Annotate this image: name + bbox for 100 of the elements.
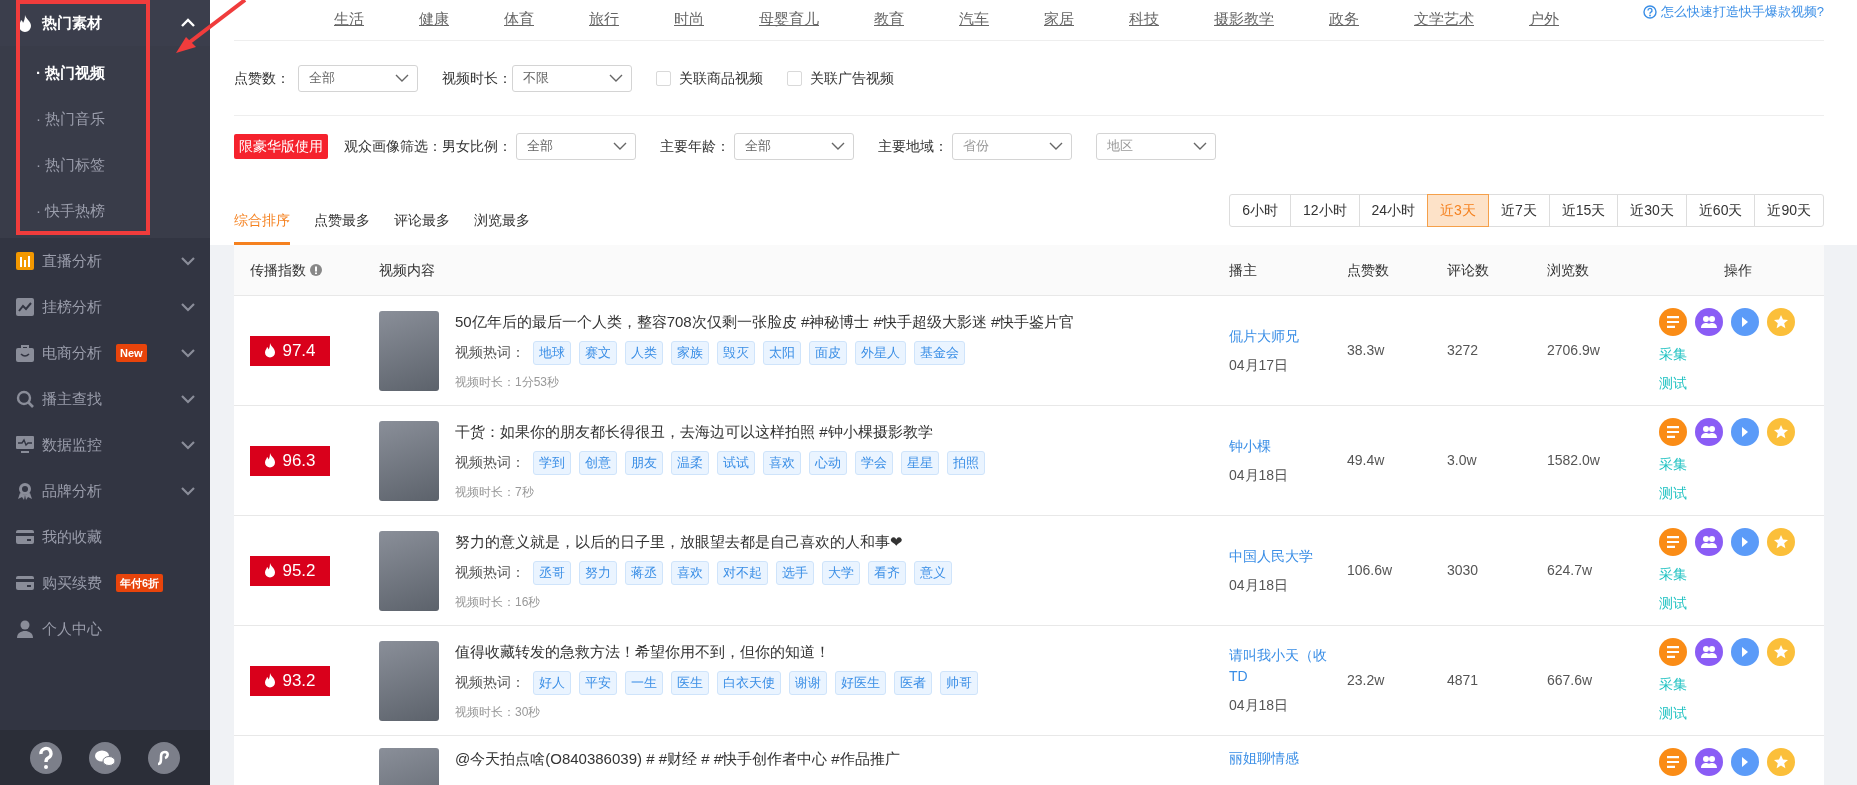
keyword-tag[interactable]: 试试 [717, 451, 755, 475]
keyword-tag[interactable]: 好人 [533, 671, 571, 695]
action-link[interactable]: 测试 [1659, 592, 1824, 614]
time-range-button[interactable]: 近7天 [1487, 194, 1550, 227]
keyword-tag[interactable]: 对不起 [717, 561, 768, 585]
time-range-button[interactable]: 近3天 [1427, 194, 1489, 227]
submenu-item[interactable]: · 热门视频 [0, 50, 210, 96]
time-range-button[interactable]: 近30天 [1617, 194, 1687, 227]
action-link[interactable]: 测试 [1659, 702, 1824, 724]
keyword-tag[interactable]: 医生 [671, 671, 709, 695]
keyword-tag[interactable]: 外星人 [855, 341, 906, 365]
keyword-tag[interactable]: 喜欢 [763, 451, 801, 475]
video-title[interactable]: @今天拍点啥(O840386039) # #财经 # #快手创作者中心 #作品推广 [455, 748, 900, 771]
keyword-tag[interactable]: 看齐 [868, 561, 906, 585]
video-title[interactable]: 值得收藏转发的急救方法！希望你用不到，但你的知道！ [455, 640, 978, 663]
sort-tab[interactable]: 点赞最多 [314, 194, 370, 245]
play-button[interactable] [1731, 307, 1759, 336]
time-range-button[interactable]: 近15天 [1548, 194, 1619, 227]
help-link[interactable]: 怎么快速打造快手爆款视频? [1642, 0, 1824, 22]
group-button[interactable] [1695, 637, 1723, 666]
keyword-tag[interactable]: 基金会 [914, 341, 965, 365]
star-button[interactable] [1767, 307, 1795, 336]
sort-tab[interactable]: 浏览最多 [474, 194, 530, 245]
group-button[interactable] [1695, 307, 1723, 336]
keyword-tag[interactable]: 好医生 [835, 671, 886, 695]
category-link[interactable]: 母婴育儿 [759, 8, 819, 40]
list-button[interactable] [1659, 527, 1687, 556]
time-range-button[interactable]: 近60天 [1685, 194, 1756, 227]
author-link[interactable]: 侃片大师兄 [1229, 325, 1339, 347]
group-button[interactable] [1695, 527, 1723, 556]
category-link[interactable]: 汽车 [959, 8, 989, 40]
keyword-tag[interactable]: 创意 [579, 451, 617, 475]
checkbox[interactable] [787, 70, 802, 86]
action-link[interactable]: 采集 [1659, 563, 1824, 585]
list-button[interactable] [1659, 748, 1687, 776]
list-button[interactable] [1659, 307, 1687, 336]
keyword-tag[interactable]: 家族 [671, 341, 709, 365]
category-link[interactable]: 体育 [504, 8, 534, 40]
video-title[interactable]: 努力的意义就是，以后的日子里，放眼望去都是自己喜欢的人和事❤ [455, 530, 952, 553]
time-range-button[interactable]: 12小时 [1289, 194, 1360, 227]
category-link[interactable]: 健康 [419, 8, 449, 40]
star-button[interactable] [1767, 637, 1795, 666]
category-link[interactable]: 生活 [334, 8, 364, 40]
video-title[interactable]: 干货：如果你的朋友都长得很丑，去海边可以这样拍照 #钟小棵摄影教学 [455, 420, 985, 443]
video-title[interactable]: 50亿年后的最后一个人类，整容708次仅剩一张脸皮 #神秘博士 #快手超级大影迷 #快手鉴片官 [455, 310, 1075, 333]
category-link[interactable]: 政务 [1329, 8, 1359, 40]
keyword-tag[interactable]: 丞哥 [533, 561, 571, 585]
keyword-tag[interactable]: 意义 [914, 561, 952, 585]
play-button[interactable] [1731, 527, 1759, 556]
sidebar-item[interactable]: 个人中心 [0, 606, 210, 652]
keyword-tag[interactable]: 白衣天使 [717, 671, 781, 695]
select-field[interactable]: 省份 [952, 132, 1072, 160]
play-button[interactable] [1731, 637, 1759, 666]
video-thumbnail[interactable] [379, 640, 439, 721]
keyword-tag[interactable]: 努力 [579, 561, 617, 585]
keyword-tag[interactable]: 学会 [855, 451, 893, 475]
play-button[interactable] [1731, 748, 1759, 776]
help-icon[interactable] [29, 741, 62, 774]
keyword-tag[interactable]: 蒋丞 [625, 561, 663, 585]
sidebar-item[interactable]: 我的收藏 [0, 514, 210, 560]
chat-bubbles-icon[interactable] [89, 741, 121, 774]
keyword-tag[interactable]: 温柔 [671, 451, 709, 475]
category-link[interactable]: 时尚 [674, 8, 704, 40]
star-button[interactable] [1767, 748, 1795, 776]
author-link[interactable]: 请叫我小天（收TD [1229, 645, 1339, 687]
sidebar-item[interactable]: 品牌分析 [0, 468, 210, 514]
select-field[interactable]: 不限 [512, 64, 632, 92]
sidebar-item[interactable]: 直播分析 [0, 238, 210, 284]
keyword-tag[interactable]: 毁灭 [717, 341, 755, 365]
category-link[interactable]: 旅行 [589, 8, 619, 40]
action-link[interactable]: 采集 [1659, 343, 1824, 365]
keyword-tag[interactable]: 赛文 [579, 341, 617, 365]
action-link[interactable]: 测试 [1659, 372, 1824, 394]
category-link[interactable]: 文学艺术 [1414, 8, 1474, 40]
keyword-tag[interactable]: 谢谢 [789, 671, 827, 695]
list-button[interactable] [1659, 637, 1687, 666]
keyword-tag[interactable]: 星星 [901, 451, 939, 475]
keyword-tag[interactable]: 学到 [533, 451, 571, 475]
author-link[interactable]: 中国人民大学 [1229, 545, 1339, 567]
sort-tab[interactable]: 评论最多 [394, 194, 450, 245]
star-button[interactable] [1767, 417, 1795, 446]
action-link[interactable]: 采集 [1659, 453, 1824, 475]
video-thumbnail[interactable] [379, 530, 439, 611]
keyword-tag[interactable]: 拍照 [947, 451, 985, 475]
category-link[interactable]: 教育 [874, 8, 904, 40]
select-field[interactable]: 全部 [298, 64, 418, 92]
sidebar-item[interactable]: 数据监控 [0, 422, 210, 468]
keyword-tag[interactable]: 人类 [625, 341, 663, 365]
keyword-tag[interactable]: 喜欢 [671, 561, 709, 585]
keyword-tag[interactable]: 平安 [579, 671, 617, 695]
category-link[interactable]: 科技 [1129, 8, 1159, 40]
time-range-button[interactable]: 24小时 [1358, 194, 1429, 227]
submenu-item[interactable]: · 热门音乐 [0, 96, 210, 142]
keyword-tag[interactable]: 朋友 [625, 451, 663, 475]
action-link[interactable]: 采集 [1659, 673, 1824, 695]
keyword-tag[interactable]: 面皮 [809, 341, 847, 365]
list-button[interactable] [1659, 417, 1687, 446]
sidebar-item[interactable]: 播主查找 [0, 376, 210, 422]
select-field[interactable]: 全部 [516, 132, 636, 160]
category-link[interactable]: 摄影教学 [1214, 8, 1274, 40]
